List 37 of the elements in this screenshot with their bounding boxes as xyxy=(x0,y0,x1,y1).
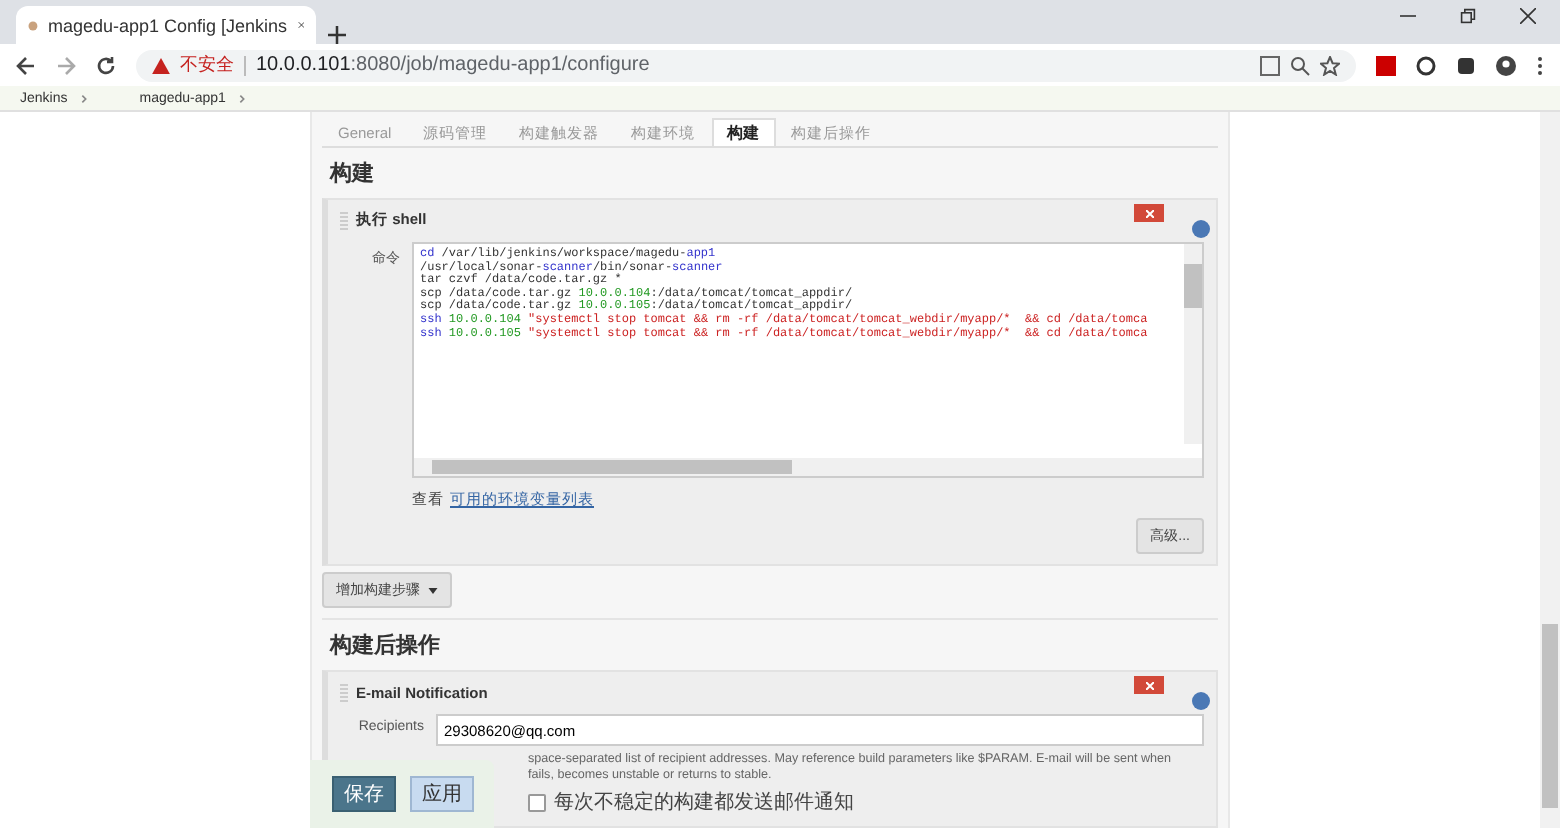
help-icon[interactable] xyxy=(1192,220,1210,238)
star-icon[interactable] xyxy=(1320,55,1340,75)
checkbox-label: 每次不稳定的构建都发送邮件通知 xyxy=(554,789,854,816)
url-text: 10.0.0.101:8080/job/magedu-app1/configure xyxy=(256,54,650,76)
page-scrollbar[interactable] xyxy=(1540,112,1560,828)
chevron-icon xyxy=(237,93,246,103)
address-bar[interactable]: 不安全 10.0.0.101:8080/job/magedu-app1/configure xyxy=(136,49,1356,81)
help-icon[interactable] xyxy=(1192,692,1210,710)
reload-icon[interactable] xyxy=(96,55,116,75)
back-icon[interactable] xyxy=(16,55,36,75)
section-title: 构建 xyxy=(330,159,376,188)
restore-icon[interactable] xyxy=(1460,8,1476,24)
menu-icon[interactable] xyxy=(1536,55,1544,75)
delete-button[interactable] xyxy=(1134,204,1164,222)
caret-icon xyxy=(428,587,438,593)
tab-title: magedu-app1 Config [Jenkins xyxy=(47,15,288,35)
close-icon xyxy=(1145,681,1153,689)
drag-handle-icon[interactable] xyxy=(340,683,348,701)
config-tab[interactable]: 构建 xyxy=(711,118,776,146)
save-button[interactable]: 保存 xyxy=(332,776,396,812)
drag-handle-icon[interactable] xyxy=(340,211,348,229)
chevron-icon xyxy=(79,93,88,103)
browser-tab[interactable]: magedu-app1 Config [Jenkins xyxy=(16,6,316,44)
close-icon xyxy=(1145,209,1153,217)
scrollbar[interactable] xyxy=(414,458,1202,476)
new-tab-icon[interactable] xyxy=(328,26,346,44)
zoom-icon[interactable] xyxy=(1290,55,1310,75)
checkbox[interactable] xyxy=(528,793,546,811)
command-editor[interactable] xyxy=(412,242,1204,478)
close-icon[interactable] xyxy=(1520,8,1536,24)
apply-button[interactable]: 应用 xyxy=(410,776,474,812)
security-label: 不安全 xyxy=(180,52,234,78)
scrollbar[interactable] xyxy=(1184,244,1202,444)
account-icon[interactable] xyxy=(1496,55,1516,75)
warning-icon xyxy=(152,57,170,73)
section-title: 构建后操作 xyxy=(330,631,442,660)
delete-button[interactable] xyxy=(1134,676,1164,694)
